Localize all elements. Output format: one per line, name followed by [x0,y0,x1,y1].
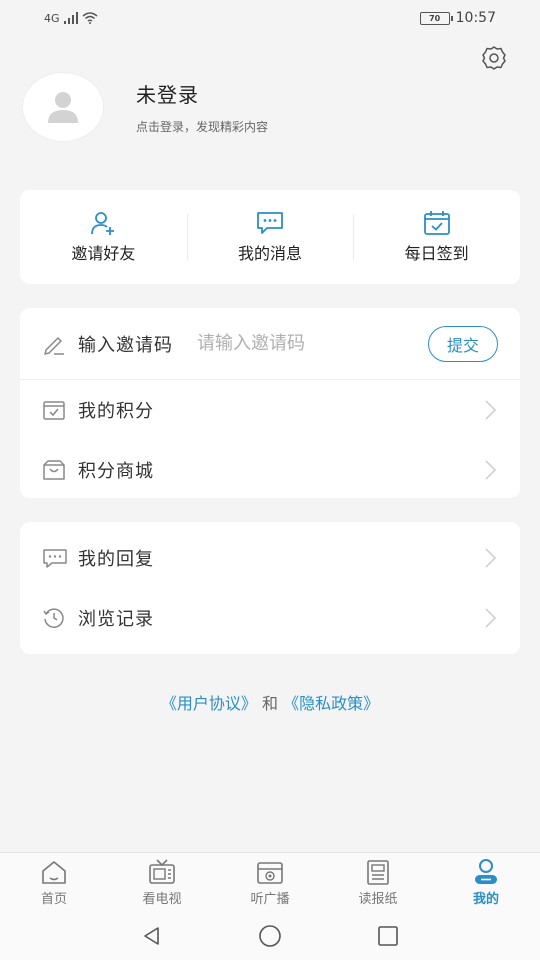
status-left: 4G [44,12,98,25]
login-hint: 点击登录，发现精彩内容 [136,120,269,134]
tab-mine[interactable]: 我的 [432,853,540,912]
invite-code-label: 输入邀请码 [78,334,173,356]
activity-card: 我的回复 浏览记录 [20,522,520,654]
message-icon [257,212,283,234]
invite-friend-label: 邀请好友 [71,244,136,263]
agreement-conjunction: 和 [261,694,278,713]
network-type: 4G [44,11,60,25]
user-icon [475,859,497,884]
tab-tv[interactable]: 看电视 [108,853,216,912]
my-replies-label: 我的回复 [78,549,154,570]
points-card: 输入邀请码 提交 我的积分 积分商城 [20,308,520,498]
profile-text: 未登录 点击登录，发现精彩内容 [136,79,268,135]
avatar[interactable] [22,72,104,142]
my-replies-row[interactable]: 我的回复 [20,528,520,588]
chevron-right-icon [485,608,497,628]
submit-button[interactable]: 提交 [428,325,498,362]
quick-actions-card: 邀请好友 我的消息 每日签到 [20,190,520,284]
tab-radio[interactable]: 听广播 [216,853,324,912]
privacy-policy-link[interactable]: 《隐私政策》 [283,694,379,713]
daily-checkin-button[interactable]: 每日签到 [353,190,520,284]
default-avatar-icon [48,92,78,123]
home-button[interactable] [257,923,283,949]
system-nav-bar [0,912,540,960]
bottom-tab-bar: 首页 看电视 听广播 读报纸 我的 [0,852,540,912]
history-icon [42,607,68,629]
home-icon [42,861,66,884]
signal-icon [63,12,78,24]
invite-friend-button[interactable]: 邀请好友 [20,190,187,284]
browse-history-label: 浏览记录 [78,609,154,630]
tab-home[interactable]: 首页 [0,853,108,912]
reply-icon [42,547,68,569]
tab-newspaper-label: 读报纸 [358,892,398,907]
recents-square-icon [378,926,398,946]
chevron-right-icon [485,460,497,480]
my-messages-label: 我的消息 [238,244,303,263]
wifi-icon [82,12,98,24]
status-bar: 4G 70 10:57 [0,0,540,36]
my-points-row[interactable]: 我的积分 [20,380,520,440]
agreement-links: 《用户协议》 和 《隐私政策》 [0,690,540,714]
gear-icon [482,46,506,70]
home-circle-icon [259,925,281,947]
chevron-right-icon [485,400,497,420]
status-right: 70 10:57 [419,10,496,26]
tab-mine-label: 我的 [472,892,499,907]
mall-icon [42,459,68,481]
user-agreement-link[interactable]: 《用户协议》 [161,694,257,713]
invite-code-row: 输入邀请码 提交 [20,308,520,380]
points-mall-row[interactable]: 积分商城 [20,440,520,500]
battery-icon: 70 [419,11,453,25]
tab-radio-label: 听广播 [250,892,290,907]
tv-icon [149,859,175,884]
settings-button[interactable] [480,44,508,72]
profile-header[interactable]: 未登录 点击登录，发现精彩内容 [22,72,268,142]
my-points-label: 我的积分 [78,401,154,422]
back-button[interactable] [139,923,165,949]
calendar-check-icon [423,211,450,235]
radio-icon [257,862,283,884]
battery-level: 70 [429,13,441,23]
points-icon [42,399,68,421]
points-mall-label: 积分商城 [78,461,154,482]
browse-history-row[interactable]: 浏览记录 [20,588,520,648]
tab-home-label: 首页 [40,892,67,907]
newspaper-icon [367,860,389,885]
chevron-right-icon [485,548,497,568]
pencil-icon [42,333,68,355]
clock: 10:57 [455,10,496,26]
tab-newspaper[interactable]: 读报纸 [324,853,432,912]
recents-button[interactable] [375,923,401,949]
login-status[interactable]: 未登录 [136,79,268,108]
my-messages-button[interactable]: 我的消息 [186,190,354,284]
tab-tv-label: 看电视 [142,892,182,907]
daily-checkin-label: 每日签到 [404,244,469,263]
back-triangle-icon [144,927,159,945]
invite-friend-icon [91,212,115,235]
invite-code-input[interactable] [197,333,377,354]
